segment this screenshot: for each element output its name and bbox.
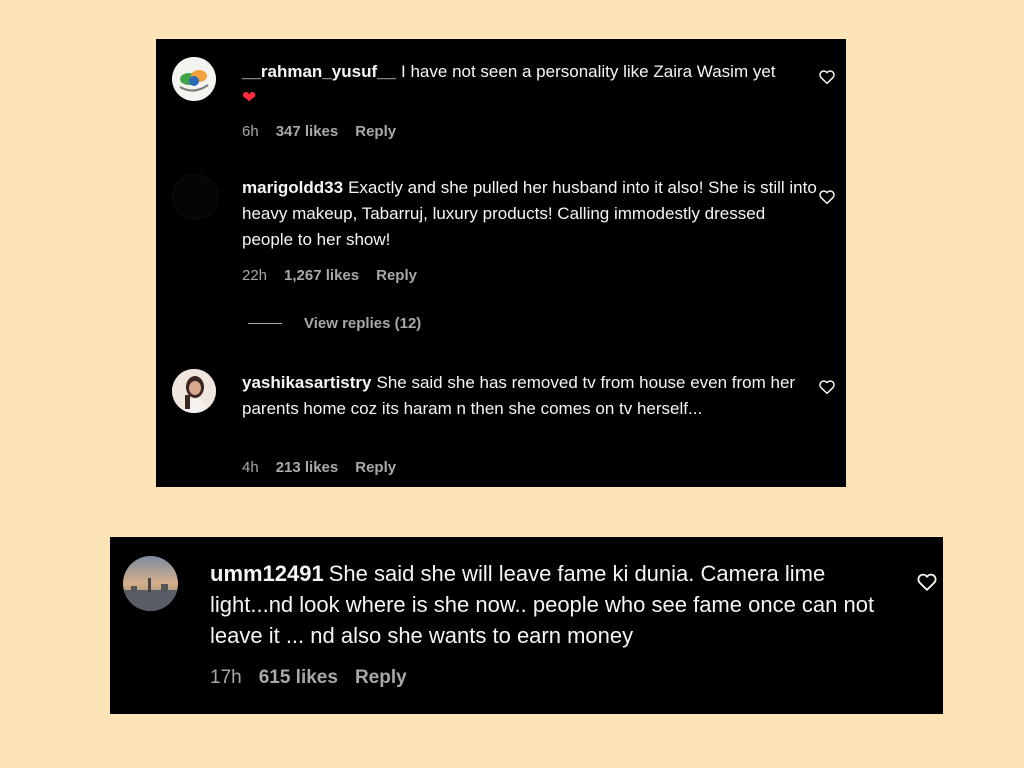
heart-outline-icon[interactable] — [818, 378, 836, 396]
divider-line — [248, 323, 282, 324]
likes-count[interactable]: 615 likes — [259, 667, 338, 688]
comment-text: yashikasartistry She said she has removed… — [242, 370, 797, 422]
heart-outline-icon[interactable] — [818, 68, 836, 86]
comments-panel-bottom: umm12491 She said she will leave fame ki … — [110, 537, 943, 714]
likes-count[interactable]: 1,267 likes — [284, 267, 359, 284]
comments-panel-top: __rahman_yusuf__ I have not seen a person… — [156, 39, 846, 487]
comment-text: __rahman_yusuf__ I have not seen a person… — [242, 59, 782, 111]
comment-body: I have not seen a personality like Zaira… — [401, 62, 776, 81]
comment-meta: 6h 347 likes Reply — [242, 123, 413, 140]
comment-item: __rahman_yusuf__ I have not seen a person… — [156, 39, 846, 149]
comment-time: 6h — [242, 123, 259, 140]
red-heart-emoji-icon: ❤ — [242, 88, 257, 107]
view-replies-label: View replies (12) — [304, 315, 422, 332]
heart-outline-icon[interactable] — [916, 571, 938, 593]
view-replies-button[interactable]: View replies (12) — [248, 315, 421, 332]
comment-time: 22h — [242, 267, 268, 284]
comment-username[interactable]: umm12491 — [210, 561, 324, 586]
comment-text: marigoldd33 Exactly and she pulled her hu… — [242, 175, 817, 253]
likes-count[interactable]: 347 likes — [276, 123, 339, 140]
avatar[interactable] — [172, 369, 216, 413]
likes-count[interactable]: 213 likes — [276, 459, 339, 476]
avatar-image-icon — [172, 57, 216, 101]
comment-item: umm12491 She said she will leave fame ki … — [110, 537, 943, 714]
comment-time: 4h — [242, 459, 259, 476]
avatar-image-icon — [123, 556, 178, 611]
reply-button[interactable]: Reply — [355, 667, 407, 688]
comment-item: yashikasartistry She said she has removed… — [156, 357, 846, 487]
reply-button[interactable]: Reply — [376, 267, 417, 284]
avatar[interactable] — [172, 57, 216, 101]
avatar[interactable] — [172, 174, 218, 220]
avatar[interactable] — [123, 556, 178, 611]
heart-outline-icon[interactable] — [818, 188, 836, 206]
comment-time: 17h — [210, 667, 242, 688]
comment-meta: 17h 615 likes Reply — [210, 667, 424, 689]
comment-meta: 4h 213 likes Reply — [242, 459, 413, 476]
comment-username[interactable]: marigoldd33 — [242, 178, 343, 197]
reply-button[interactable]: Reply — [355, 123, 396, 140]
comment-username[interactable]: __rahman_yusuf__ — [242, 62, 396, 81]
reply-button[interactable]: Reply — [355, 459, 396, 476]
avatar-image-icon — [172, 369, 216, 413]
comment-text: umm12491 She said she will leave fame ki … — [210, 558, 890, 651]
comment-username[interactable]: yashikasartistry — [242, 373, 371, 392]
comment-meta: 22h 1,267 likes Reply — [242, 267, 434, 284]
